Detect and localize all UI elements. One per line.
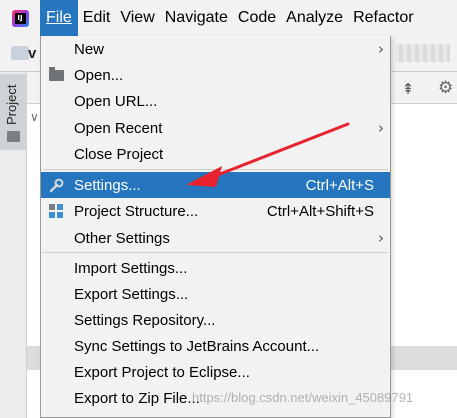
menu-item-export-eclipse[interactable]: Export Project to Eclipse... <box>41 359 390 385</box>
menu-file-label: File <box>46 9 72 26</box>
menu-item-label: Export Project to Eclipse... <box>74 363 250 381</box>
menu-item-shortcut: Ctrl+Alt+Shift+S <box>266 202 374 220</box>
menu-item-settings[interactable]: Settings... Ctrl+Alt+S <box>41 172 390 198</box>
app-logo[interactable]: IJ <box>0 0 40 36</box>
menu-refactor[interactable]: Refactor <box>348 0 418 36</box>
folder-open-icon <box>47 66 65 83</box>
menu-item-open-recent[interactable]: Open Recent › <box>41 115 390 141</box>
menu-refactor-label: Refactor <box>353 9 414 26</box>
menu-item-label: Sync Settings to JetBrains Account... <box>74 337 320 355</box>
blurred-breadcrumb <box>395 44 450 62</box>
project-tab-folder-icon <box>7 131 20 142</box>
menu-item-export-settings[interactable]: Export Settings... <box>41 281 390 307</box>
project-name[interactable]: v <box>28 45 36 62</box>
menu-bar: IJ File Edit View Navigate Code Analyze … <box>0 0 457 36</box>
menu-separator <box>43 169 388 170</box>
menu-view-label: View <box>120 9 155 26</box>
chevron-down-icon[interactable]: ∨ <box>30 110 39 124</box>
menu-item-close-project[interactable]: Close Project <box>41 141 390 167</box>
menu-navigate[interactable]: Navigate <box>160 0 233 36</box>
menu-item-open[interactable]: Open... <box>41 62 390 88</box>
project-structure-icon <box>47 203 65 219</box>
menu-item-label: Open... <box>74 66 124 84</box>
menu-analyze-label: Analyze <box>286 9 344 26</box>
menu-item-label: Close Project <box>74 145 164 163</box>
chevron-right-icon: › <box>378 119 384 137</box>
menu-item-label: Other Settings <box>74 229 170 247</box>
menu-item-label: Settings Repository... <box>74 311 216 329</box>
menu-view[interactable]: View <box>115 0 159 36</box>
menu-item-other-settings[interactable]: Other Settings › <box>41 225 390 251</box>
chevron-right-icon: › <box>378 40 384 58</box>
menu-item-settings-repository[interactable]: Settings Repository... <box>41 307 390 333</box>
file-menu-dropdown: New › Open... Open URL... Open Recent › … <box>40 36 391 418</box>
menu-code[interactable]: Code <box>233 0 281 36</box>
chevron-right-icon: › <box>378 229 384 247</box>
menu-separator <box>43 252 388 253</box>
wrench-icon <box>47 177 65 193</box>
gear-icon[interactable]: ⚙ <box>438 78 457 98</box>
menu-item-import-settings[interactable]: Import Settings... <box>41 255 390 281</box>
menu-item-label: Project Structure... <box>74 202 199 220</box>
menu-item-new[interactable]: New › <box>41 36 390 62</box>
intellij-logo-icon: IJ <box>11 9 29 27</box>
menu-item-sync-settings[interactable]: Sync Settings to JetBrains Account... <box>41 333 390 359</box>
menu-analyze[interactable]: Analyze <box>281 0 348 36</box>
menu-code-label: Code <box>237 9 277 26</box>
menu-item-label: Settings... <box>74 176 141 194</box>
menu-navigate-label: Navigate <box>164 9 228 26</box>
menu-item-label: Open URL... <box>74 92 158 110</box>
collapse-all-icon[interactable]: ⇞ <box>398 80 418 98</box>
menu-file[interactable]: File <box>40 0 78 36</box>
menu-item-label: Export to Zip File... <box>74 389 200 407</box>
folder-icon <box>11 46 29 60</box>
menu-item-shortcut: Ctrl+Alt+S <box>305 176 374 194</box>
menu-item-label: Import Settings... <box>74 259 188 277</box>
menu-item-label: New <box>74 40 105 58</box>
menu-edit[interactable]: Edit <box>78 0 116 36</box>
menu-item-label: Open Recent <box>74 119 163 137</box>
menu-edit-label: Edit <box>82 9 111 26</box>
menu-item-label: Export Settings... <box>74 285 189 303</box>
menu-item-project-structure[interactable]: Project Structure... Ctrl+Alt+Shift+S <box>41 198 390 224</box>
menu-item-open-url[interactable]: Open URL... <box>41 88 390 114</box>
watermark: https://blog.csdn.net/weixin_45089791 <box>192 390 414 405</box>
project-tool-tab-label: Project <box>4 84 19 125</box>
